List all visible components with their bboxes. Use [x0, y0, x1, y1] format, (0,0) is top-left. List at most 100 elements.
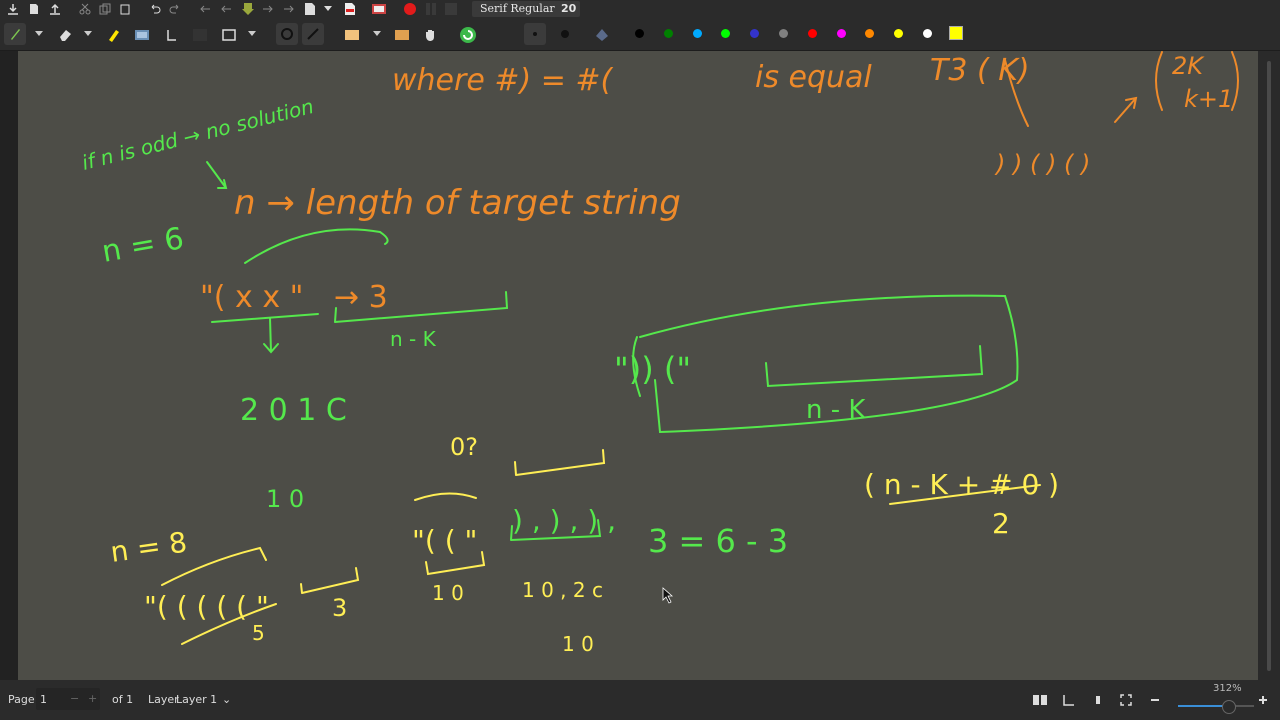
shape-recognizer-icon[interactable] [276, 23, 298, 45]
eraser-icon[interactable] [56, 26, 74, 44]
vertical-scrollbar[interactable] [1258, 51, 1280, 680]
page-number: 1 [40, 693, 47, 706]
previous-page-icon[interactable] [219, 2, 233, 16]
last-page-icon[interactable] [282, 2, 296, 16]
page-label: Page [8, 693, 35, 706]
paste-icon[interactable] [118, 2, 132, 16]
example-d-text: "( ( " [412, 524, 477, 557]
color-swatch-gray[interactable] [779, 29, 788, 38]
medium-size-icon[interactable] [554, 23, 576, 45]
hand-icon[interactable] [420, 26, 440, 44]
select-menu-icon[interactable] [371, 28, 383, 40]
new-page-menu-icon[interactable] [322, 2, 334, 16]
zero-question-text: 0? [450, 433, 478, 461]
zoom-slider[interactable] [1178, 700, 1254, 714]
page-decrement-icon[interactable]: − [70, 692, 79, 705]
color-swatch-blue[interactable] [750, 29, 760, 38]
drawing-canvas-area: where #) = #( is equal T3 ( K) 2K k+1 ) … [0, 51, 1280, 680]
font-selector[interactable]: Serif Regular 20 [472, 1, 580, 17]
is-equal-text: is equal [755, 60, 872, 95]
new-page-icon[interactable] [302, 1, 318, 17]
two-k-text: 2K [1172, 52, 1205, 80]
status-bar: Page 1 − + of 1 Layer Layer 1 ⌄ 312% [0, 680, 1280, 720]
zoom-fit-width-icon[interactable] [1089, 692, 1107, 708]
current-color-swatch[interactable] [949, 26, 963, 40]
page-increment-icon[interactable]: + [88, 692, 97, 705]
color-swatch-orange[interactable] [865, 29, 875, 38]
undo-icon[interactable] [148, 2, 162, 16]
color-swatch-magenta[interactable] [836, 29, 846, 38]
color-swatch-white[interactable] [923, 29, 932, 38]
highlighter-icon[interactable] [104, 26, 122, 44]
layer-label: Layer [148, 693, 179, 706]
tools-toolbar [0, 18, 1280, 51]
export-icon[interactable] [48, 2, 62, 16]
shape-rectangle-icon[interactable] [220, 26, 238, 44]
example-b-text: ")) (" [614, 350, 691, 388]
three-eq-text: 3 = 6 - 3 [648, 522, 788, 560]
equality-note: where #) = #( [392, 63, 614, 98]
fraction-denominator: 2 [992, 507, 1010, 540]
layer-dropdown-icon[interactable]: ⌄ [222, 693, 231, 706]
main-toolbar: Serif Regular 20 [0, 0, 1280, 18]
redo-icon[interactable] [168, 2, 182, 16]
layer-selector[interactable]: Layer 1 [176, 693, 217, 706]
stop-icon[interactable] [444, 1, 458, 17]
ten-a-text: 1 0 [432, 581, 464, 605]
font-name: Serif Regular [480, 2, 555, 15]
font-size: 20 [561, 2, 577, 15]
n-eq-8-text: n = 8 [108, 526, 189, 569]
page-layout-icon[interactable] [1060, 692, 1078, 708]
pen-icon[interactable] [4, 23, 26, 45]
new-file-icon[interactable] [27, 2, 41, 16]
fill-icon[interactable] [592, 25, 612, 45]
book-view-icon[interactable] [1031, 692, 1049, 708]
cut-icon[interactable] [78, 2, 92, 16]
image-insert-icon[interactable] [132, 26, 152, 44]
pen-menu-icon[interactable] [33, 28, 45, 40]
text-tool-icon[interactable] [162, 26, 180, 44]
select-region-icon[interactable] [342, 26, 362, 44]
page-canvas[interactable]: where #) = #( is equal T3 ( K) 2K k+1 ) … [18, 51, 1258, 680]
color-swatch-lime[interactable] [721, 29, 731, 38]
example-c-text: "( ( ( ( ( " [144, 590, 269, 623]
pdf-icon[interactable] [342, 1, 358, 17]
three-text: 3 [332, 594, 347, 622]
zoom-out-icon[interactable] [1146, 692, 1164, 708]
image-icon[interactable] [370, 1, 388, 17]
next-page-icon[interactable] [261, 2, 275, 16]
color-swatch-black[interactable] [635, 29, 644, 38]
n-minus-k-small-text: n - K [390, 327, 437, 351]
vertical-space-icon[interactable] [392, 26, 412, 44]
color-swatch-red[interactable] [807, 29, 817, 38]
refresh-icon[interactable] [458, 25, 478, 45]
record-icon[interactable] [402, 1, 418, 17]
ruler-icon[interactable] [302, 23, 324, 45]
n-minus-k-mid-text: n - K [806, 395, 866, 425]
math-tex-icon[interactable] [190, 26, 210, 44]
color-swatch-green[interactable] [663, 29, 673, 38]
goto-page-icon[interactable] [240, 1, 256, 17]
first-page-icon[interactable] [198, 2, 212, 16]
scrollbar-thumb[interactable] [1267, 61, 1271, 671]
paren-k-text: T3 ( K) [930, 53, 1030, 88]
copy-icon[interactable] [98, 2, 112, 16]
fullscreen-icon[interactable] [1117, 692, 1135, 708]
fine-size-icon[interactable] [524, 23, 546, 45]
zoom-in-icon[interactable] [1255, 692, 1271, 708]
eraser-menu-icon[interactable] [82, 28, 94, 40]
pause-icon[interactable] [424, 1, 438, 17]
zoom-slider-handle[interactable] [1222, 700, 1236, 714]
n-length-text: n → length of target string [234, 183, 681, 223]
page-spinbox[interactable]: 1 − + [36, 688, 100, 710]
shape-menu-icon[interactable] [246, 28, 258, 40]
right-parens-text: ) ) ( ) ( ) [994, 150, 1090, 178]
n-eq-6-text: n = 6 [99, 221, 186, 270]
color-swatch-yellow[interactable] [894, 29, 904, 38]
page-count: of 1 [112, 693, 134, 706]
zoom-level: 312% [1213, 683, 1242, 694]
color-swatch-light-blue[interactable] [692, 29, 702, 38]
save-icon[interactable] [6, 2, 20, 16]
five-text: 5 [252, 621, 265, 645]
fraction-numerator: ( n - K + # 0 ) [864, 468, 1059, 501]
